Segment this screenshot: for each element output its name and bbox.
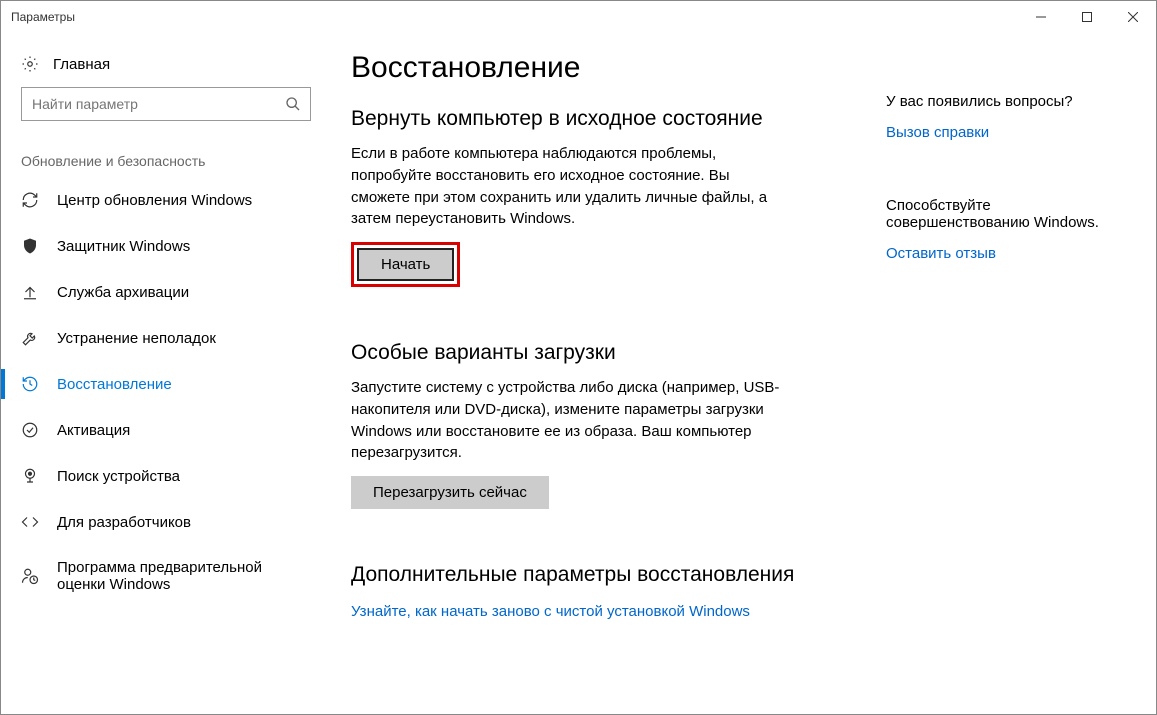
sidebar-item-activation[interactable]: Активация: [1, 407, 331, 453]
sidebar-item-label: Защитник Windows: [57, 238, 190, 255]
help-panel: У вас появились вопросы? Вызов справки С…: [876, 33, 1156, 714]
clean-install-link[interactable]: Узнайте, как начать заново с чистой уста…: [351, 603, 750, 620]
reset-description: Если в работе компьютера наблюдаются про…: [351, 143, 791, 230]
sidebar-item-label: Устранение неполадок: [57, 330, 216, 347]
reset-start-button[interactable]: Начать: [357, 248, 454, 281]
advanced-startup-title: Особые варианты загрузки: [351, 341, 846, 365]
sidebar-item-label: Для разработчиков: [57, 514, 191, 531]
sidebar-item-label: Программа предварительной оценки Windows: [57, 559, 307, 593]
give-feedback-link[interactable]: Оставить отзыв: [886, 245, 996, 262]
feedback-heading: Способствуйте совершенствованию Windows.: [886, 197, 1136, 231]
wrench-icon: [21, 329, 39, 347]
advanced-startup-description: Запустите систему с устройства либо диск…: [351, 377, 791, 464]
get-help-link[interactable]: Вызов справки: [886, 124, 989, 141]
reset-highlight-annotation: Начать: [351, 242, 460, 287]
person-sync-icon: [21, 567, 39, 585]
sidebar-item-label: Поиск устройства: [57, 468, 180, 485]
minimize-button[interactable]: [1018, 1, 1064, 33]
sidebar-group-header: Обновление и безопасность: [1, 121, 331, 177]
main-content: Восстановление Вернуть компьютер в исход…: [331, 33, 876, 714]
gear-icon: [21, 55, 39, 73]
sidebar-item-label: Центр обновления Windows: [57, 192, 252, 209]
page-title: Восстановление: [351, 51, 846, 85]
restart-now-button[interactable]: Перезагрузить сейчас: [351, 476, 549, 509]
maximize-button[interactable]: [1064, 1, 1110, 33]
search-icon: [284, 95, 302, 113]
sidebar-item-defender[interactable]: Защитник Windows: [1, 223, 331, 269]
close-button[interactable]: [1110, 1, 1156, 33]
titlebar: Параметры: [1, 1, 1156, 33]
sidebar-item-troubleshoot[interactable]: Устранение неполадок: [1, 315, 331, 361]
sidebar-item-insider[interactable]: Программа предварительной оценки Windows: [1, 545, 331, 607]
sidebar-item-label: Служба архивации: [57, 284, 189, 301]
shield-icon: [21, 237, 39, 255]
sidebar-item-label: Активация: [57, 422, 130, 439]
sidebar: Главная Обновление и безопасность Центр …: [1, 33, 331, 714]
more-recovery-title: Дополнительные параметры восстановления: [351, 563, 846, 587]
search-input[interactable]: [30, 95, 284, 113]
sidebar-item-backup[interactable]: Служба архивации: [1, 269, 331, 315]
reset-section-title: Вернуть компьютер в исходное состояние: [351, 107, 846, 131]
sidebar-item-recovery[interactable]: Восстановление: [1, 361, 331, 407]
home-link[interactable]: Главная: [1, 55, 331, 87]
home-label: Главная: [53, 56, 110, 73]
upload-icon: [21, 283, 39, 301]
sidebar-item-developers[interactable]: Для разработчиков: [1, 499, 331, 545]
sync-icon: [21, 191, 39, 209]
window-title: Параметры: [11, 10, 75, 24]
location-icon: [21, 467, 39, 485]
check-circle-icon: [21, 421, 39, 439]
sidebar-item-find-device[interactable]: Поиск устройства: [1, 453, 331, 499]
help-heading: У вас появились вопросы?: [886, 93, 1136, 110]
sidebar-item-windows-update[interactable]: Центр обновления Windows: [1, 177, 331, 223]
code-icon: [21, 513, 39, 531]
search-box[interactable]: [21, 87, 311, 121]
sidebar-item-label: Восстановление: [57, 376, 172, 393]
history-icon: [21, 375, 39, 393]
